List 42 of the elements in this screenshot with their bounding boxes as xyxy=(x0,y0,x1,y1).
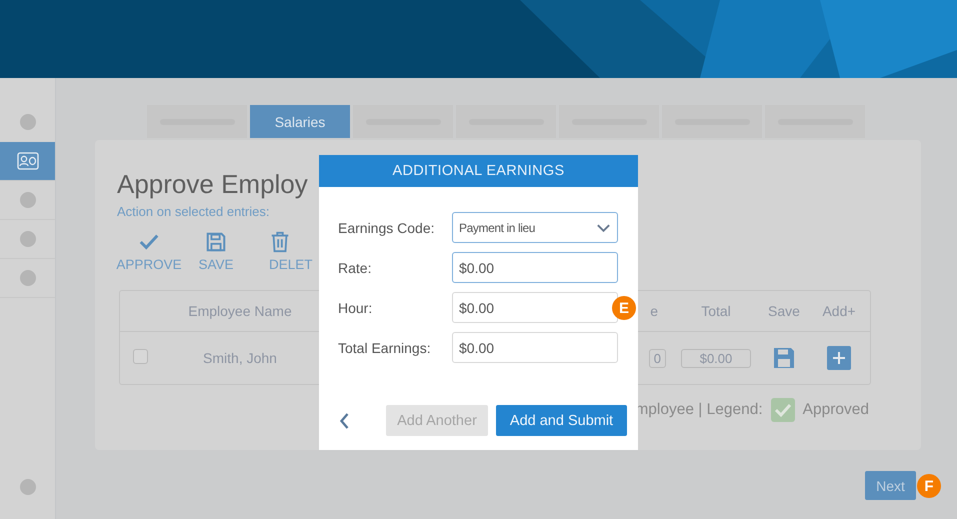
add-icon[interactable] xyxy=(827,346,851,370)
dot-icon xyxy=(20,479,36,495)
dot-icon xyxy=(20,231,36,247)
back-icon[interactable] xyxy=(339,412,350,430)
column-header: Employee Name xyxy=(187,303,293,319)
row-checkbox[interactable] xyxy=(132,349,148,364)
tab[interactable]: Salaries xyxy=(250,105,350,138)
table-cell-text: Smith, John xyxy=(202,350,278,366)
action-button[interactable]: APPROVE xyxy=(117,231,181,272)
id-card-icon xyxy=(16,152,38,170)
amount-field[interactable]: $0.00 xyxy=(680,348,752,368)
input-field[interactable]: $0.00 xyxy=(452,252,618,283)
column-header: e xyxy=(650,303,658,319)
save-icon[interactable] xyxy=(772,346,796,370)
trash-icon xyxy=(269,231,291,253)
dot-icon xyxy=(20,270,36,286)
earnings-code-select[interactable]: Payment in lieu xyxy=(452,212,618,243)
step-marker: E xyxy=(612,296,636,320)
page-title: Approve Employ xyxy=(117,168,308,200)
field-label: Earnings Code: xyxy=(338,220,436,236)
input-field[interactable]: $0.00 xyxy=(452,332,618,363)
field-label: Hour: xyxy=(338,300,374,316)
legend-label: Approved xyxy=(802,401,869,419)
dialog-title: ADDITIONAL EARNINGS xyxy=(319,155,638,187)
action-button[interactable]: SAVE xyxy=(191,231,241,272)
dot-icon xyxy=(20,192,36,208)
step-marker: F xyxy=(917,474,941,498)
dialog-button[interactable]: Add and Submit xyxy=(496,405,627,436)
amount-field[interactable]: 0 xyxy=(648,348,666,368)
input-field[interactable]: $0.00 xyxy=(452,292,618,323)
page-subtitle: Action on selected entries: xyxy=(117,204,270,219)
column-header: Save xyxy=(767,303,801,319)
field-label: Total Earnings: xyxy=(338,340,432,356)
field-label: Rate: xyxy=(338,260,372,276)
dot-icon xyxy=(20,114,36,130)
sidebar-item[interactable] xyxy=(0,142,55,181)
approved-check-icon xyxy=(770,398,795,422)
column-header: Add+ xyxy=(821,303,857,319)
column-header: Total xyxy=(700,303,732,319)
next-button[interactable]: Next xyxy=(865,471,916,500)
save-icon xyxy=(205,231,227,253)
chevron-down-icon xyxy=(596,222,611,232)
